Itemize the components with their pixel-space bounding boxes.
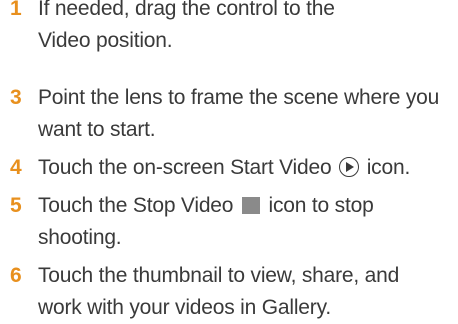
step-text: Touch the thumbnail to view, share, and … (38, 260, 454, 324)
step-text-line: Video position. (38, 29, 173, 52)
step-number: 5 (10, 194, 22, 217)
step-number: 4 (10, 156, 22, 179)
stop-square-icon (241, 197, 260, 214)
step-text-line: Touch the Stop Video icon to stop (38, 190, 454, 222)
step-text-line: If needed, drag the control to the (38, 0, 335, 20)
step-text-before-icon: Touch the Stop Video (38, 194, 234, 217)
step-number: 6 (10, 264, 22, 287)
step-text-line: work with your videos in Gallery. (38, 296, 331, 319)
step-number: 1 (10, 0, 22, 20)
step-text-after-icon: icon to stop (268, 194, 374, 217)
step-text-line: want to start. (38, 118, 156, 141)
step-text-before-icon: Touch the on-screen Start Video (38, 156, 332, 179)
step-text-after-icon: icon. (366, 156, 411, 179)
play-circle-icon (339, 157, 360, 177)
step-text-line: shooting. (38, 226, 122, 249)
step-text: Touch the Stop Video icon to stop shooti… (38, 190, 454, 254)
step-text: Touch the on-screen Start Video icon. (38, 152, 454, 184)
step-text-line: Point the lens to frame the scene where … (38, 86, 440, 109)
step-number: 3 (10, 86, 22, 109)
step-text: If needed, drag the control to the Video… (38, 0, 454, 57)
step-text-line: Touch the thumbnail to view, share, and (38, 264, 400, 287)
step-text: Point the lens to frame the scene where … (38, 82, 454, 146)
instruction-steps: 1 If needed, drag the control to the Vid… (0, 0, 458, 322)
